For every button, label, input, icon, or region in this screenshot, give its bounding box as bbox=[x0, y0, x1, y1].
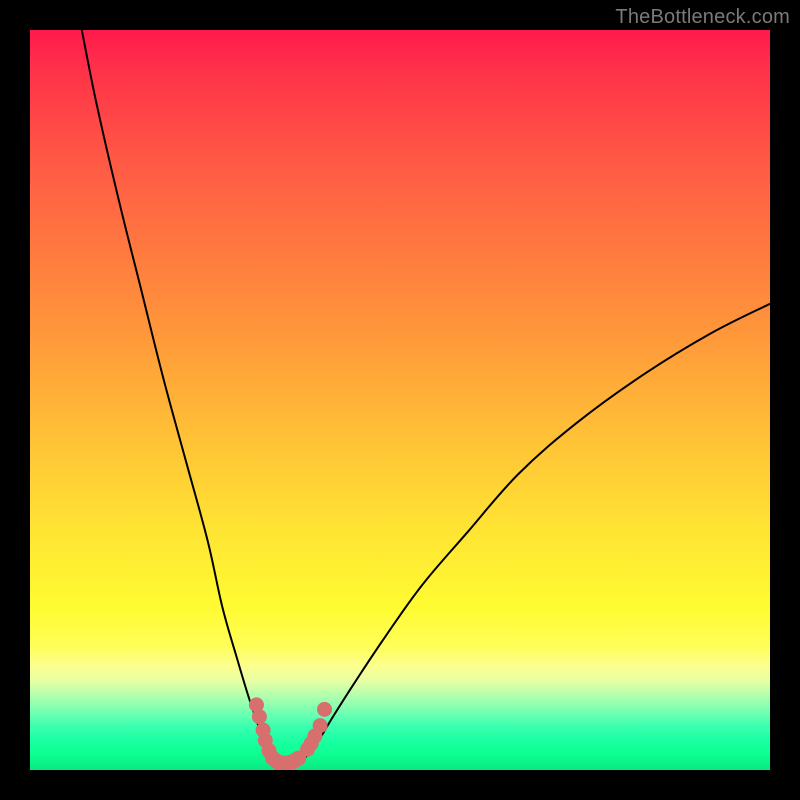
marker-point bbox=[313, 718, 328, 733]
marker-point bbox=[252, 709, 267, 724]
plot-area bbox=[30, 30, 770, 770]
marker-point bbox=[317, 702, 332, 717]
chart-container: TheBottleneck.com bbox=[0, 0, 800, 800]
curve-left-branch bbox=[82, 30, 274, 764]
curve-right-branch bbox=[296, 304, 770, 764]
watermark-text: TheBottleneck.com bbox=[615, 6, 790, 29]
plot-svg bbox=[30, 30, 770, 770]
curve-markers bbox=[249, 697, 332, 770]
